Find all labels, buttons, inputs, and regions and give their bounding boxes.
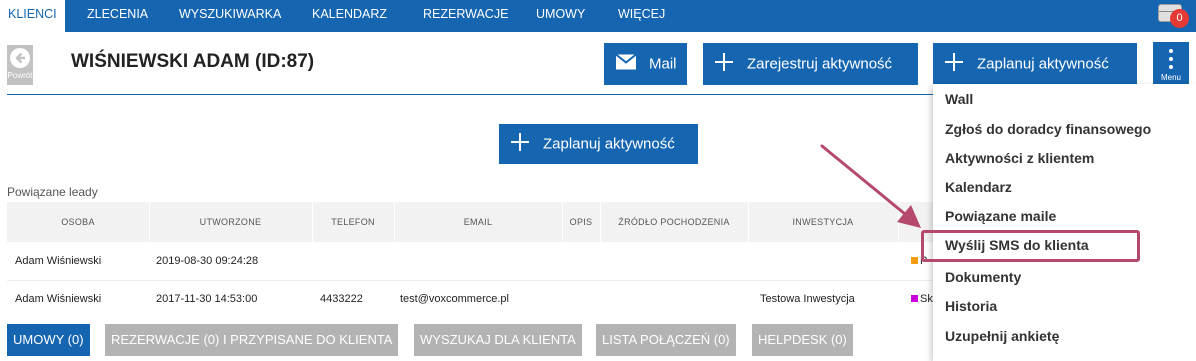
tab-umowy-bottom[interactable]: UMOWY (0) [7,324,90,356]
back-label: Powrót [7,71,33,80]
notification-badge: 0 [1170,9,1189,28]
menu-item-kalendarz[interactable]: Kalendarz [945,179,1012,195]
column-header-osoba[interactable]: OSOBA [7,217,149,227]
menu-item-historia[interactable]: Historia [945,298,997,314]
column-header-opis[interactable]: OPIS [562,217,600,227]
column-header-inwestycja[interactable]: INWESTYCJA [748,217,898,227]
plan-activity-header-button[interactable]: Zaplanuj aktywność [933,43,1137,85]
tab-wyszukiwarka[interactable]: WYSZUKIWARKA [179,0,281,32]
plus-icon [715,53,733,75]
cell-telefon: 4433222 [320,293,363,305]
menu-item-zglos-do-doradcy[interactable]: Zgłoś do doradcy finansowego [945,121,1151,137]
menu-item-wall[interactable]: Wall [945,91,973,107]
status-color-swatch [911,295,918,302]
menu-item-dokumenty[interactable]: Dokumenty [945,269,1021,285]
leads-title: Powiązane leady [7,185,98,199]
tab-rezerwacje-bottom[interactable]: REZERWACJE (0) I PRZYPISANE DO KLIENTA [105,324,399,356]
page-title: WIŚNIEWSKI ADAM (ID:87) [71,51,315,72]
tab-lista-polaczen[interactable]: LISTA POŁĄCZEŃ (0) [596,324,736,356]
mail-button[interactable]: Mail [604,43,687,85]
cell-osoba: Adam Wiśniewski [15,293,102,305]
register-activity-button[interactable]: Zarejestruj aktywność [703,43,918,85]
plus-icon [945,53,963,75]
menu-item-uzupelnij-ankiete[interactable]: Uzupełnij ankietę [945,328,1059,344]
leads-table-header: OSOBA UTWORZONE TELEFON EMAIL OPIS ŹRÓDŁ… [7,202,937,242]
plan-activity-label: Zaplanuj aktywność [543,135,675,153]
cell-osoba: Adam Wiśniewski [15,255,102,267]
menu-item-aktywnosci[interactable]: Aktywności z klientem [945,150,1094,166]
menu-item-powiazane-maile[interactable]: Powiązane maile [945,208,1056,224]
menu-button[interactable]: Menu [1153,42,1189,86]
register-activity-label: Zarejestruj aktywność [747,55,893,73]
plus-icon [511,133,529,155]
tab-helpdesk[interactable]: HELPDESK (0) [752,324,853,356]
plan-activity-button[interactable]: Zaplanuj aktywność [499,124,698,164]
tab-umowy[interactable]: UMOWY [536,0,585,32]
top-navigation: KLIENCI ZLECENIA WYSZUKIWARKA KALENDARZ … [0,0,1196,32]
tab-wiecej[interactable]: WIĘCEJ [618,0,665,32]
status-color-swatch [911,257,918,264]
notifications-button[interactable]: 0 [1156,1,1189,29]
column-header-utworzone[interactable]: UTWORZONE [149,217,312,227]
cell-utworzone: 2017-11-30 14:53:00 [156,293,258,305]
envelope-icon [615,53,637,74]
vertical-dots-icon [1169,49,1173,53]
cell-status: Sk [911,293,933,305]
arrow-left-circle-icon [10,48,30,68]
back-button[interactable]: Powrót [7,45,33,85]
tab-rezerwacje[interactable]: REZERWACJE [423,0,508,32]
plan-activity-header-label: Zaplanuj aktywność [977,55,1109,73]
menu-label: Menu [1160,73,1181,82]
tab-zlecenia[interactable]: ZLECENIA [87,0,148,32]
highlight-frame [921,230,1140,262]
column-header-telefon[interactable]: TELEFON [312,217,394,227]
column-header-zrodlo[interactable]: ŹRÓDŁO POCHODZENIA [600,217,748,227]
actions-dropdown-menu: Wall Zgłoś do doradcy finansowego Aktywn… [933,84,1196,361]
tab-kalendarz[interactable]: KALENDARZ [312,0,387,32]
mail-label: Mail [649,55,677,73]
tab-wyszukaj-dla-klienta[interactable]: WYSZUKAJ DLA KLIENTA [414,324,582,356]
header-divider [7,94,937,95]
column-header-email[interactable]: EMAIL [394,217,562,227]
cell-email: test@voxcommerce.pl [400,293,509,305]
cell-utworzone: 2019-08-30 09:24:28 [156,255,259,267]
tab-klienci[interactable]: KLIENCI [0,0,65,32]
cell-inwestycja: Testowa Inwestycja [760,293,855,305]
